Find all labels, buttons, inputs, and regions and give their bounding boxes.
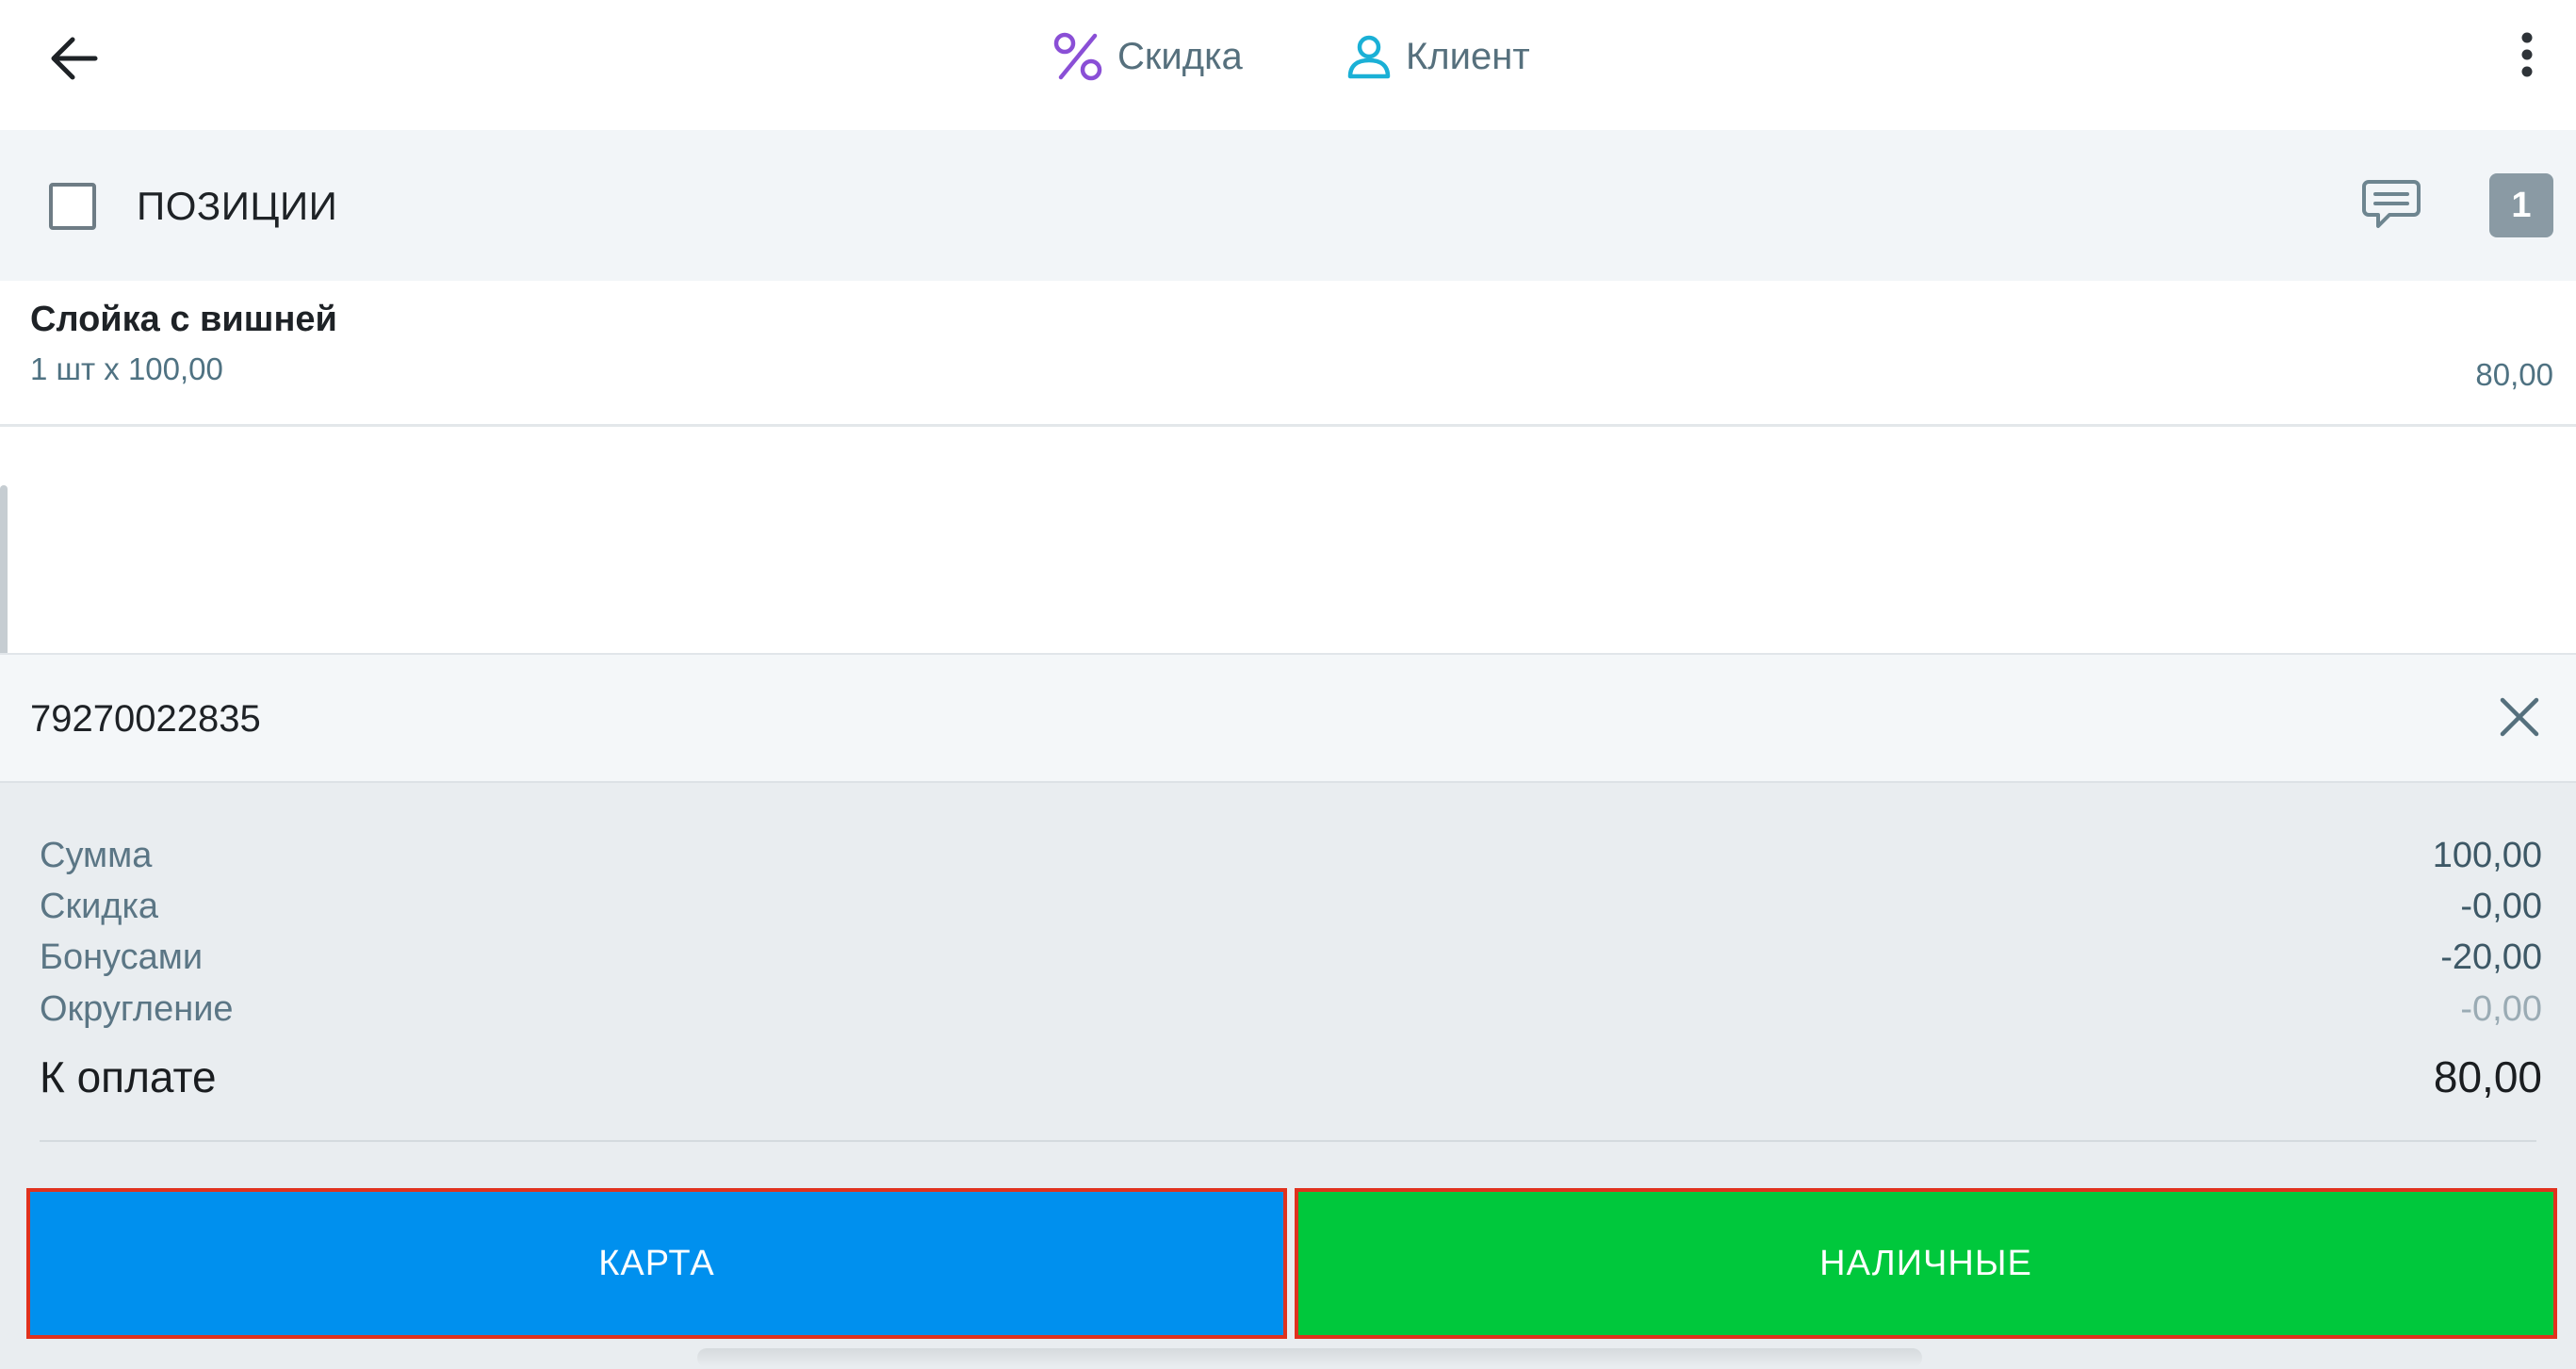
summary-row-discount: Скидка -0,00 xyxy=(40,883,2542,930)
pay-by-cash-button[interactable]: НАЛИЧНЫЕ xyxy=(1295,1188,2557,1339)
summary-label: Округление xyxy=(40,989,234,1030)
positions-title: ПОЗИЦИИ xyxy=(137,183,337,230)
comment-icon xyxy=(2361,178,2421,236)
summary-value: -0,00 xyxy=(2460,989,2542,1030)
cash-button-label: НАЛИЧНЫЕ xyxy=(1819,1244,2032,1284)
item-total: 80,00 xyxy=(2475,356,2553,394)
arrow-left-icon xyxy=(48,35,99,87)
card-button-label: КАРТА xyxy=(598,1244,714,1284)
comment-button[interactable] xyxy=(2354,173,2429,239)
discount-label: Скидка xyxy=(1117,36,1243,78)
summary-row-bonuses: Бонусами -20,00 xyxy=(40,934,2542,981)
client-button[interactable]: Клиент xyxy=(1345,23,1530,90)
positions-count-badge: 1 xyxy=(2489,173,2553,237)
back-button[interactable] xyxy=(36,23,111,98)
summary-label: Бонусами xyxy=(40,937,203,978)
select-all-checkbox[interactable] xyxy=(49,183,96,230)
client-row: 79270022835 xyxy=(0,653,2576,783)
more-menu-button[interactable] xyxy=(2503,23,2552,90)
client-phone: 79270022835 xyxy=(30,696,261,742)
percent-icon xyxy=(1052,30,1104,83)
summary-value: 100,00 xyxy=(2433,836,2542,876)
divider xyxy=(40,1140,2536,1142)
item-name: Слойка с вишней xyxy=(30,298,337,341)
item-quantity-price: 1 шт х 100,00 xyxy=(30,350,223,388)
top-bar: Скидка Клиент xyxy=(0,0,2576,130)
payment-buttons: КАРТА НАЛИЧНЫЕ xyxy=(0,1188,2576,1369)
pay-by-card-button[interactable]: КАРТА xyxy=(26,1188,1287,1339)
more-vertical-icon xyxy=(2519,30,2535,84)
summary-row-total: К оплате 80,00 xyxy=(40,1047,2542,1107)
summary-row-sum: Сумма 100,00 xyxy=(40,832,2542,879)
remove-client-button[interactable] xyxy=(2484,683,2555,755)
close-icon xyxy=(2499,696,2540,742)
summary-row-rounding: Округление -0,00 xyxy=(40,986,2542,1033)
order-summary: Сумма 100,00 Скидка -0,00 Бонусами -20,0… xyxy=(0,783,2576,1188)
summary-label: Сумма xyxy=(40,836,152,876)
summary-label: Скидка xyxy=(40,887,158,927)
summary-value: -0,00 xyxy=(2460,887,2542,927)
summary-value: -20,00 xyxy=(2440,937,2542,978)
list-item[interactable]: Слойка с вишней 1 шт х 100,00 80,00 xyxy=(0,281,2576,427)
client-label: Клиент xyxy=(1406,36,1530,78)
total-label: К оплате xyxy=(40,1051,217,1102)
bottom-sheet-shadow xyxy=(697,1348,1922,1367)
person-icon xyxy=(1345,33,1393,80)
checkout-screen: Скидка Клиент ПОЗИЦИИ xyxy=(0,0,2576,1369)
positions-header: ПОЗИЦИИ 1 xyxy=(0,130,2576,281)
discount-button[interactable]: Скидка xyxy=(1052,23,1243,90)
total-value: 80,00 xyxy=(2434,1051,2542,1102)
